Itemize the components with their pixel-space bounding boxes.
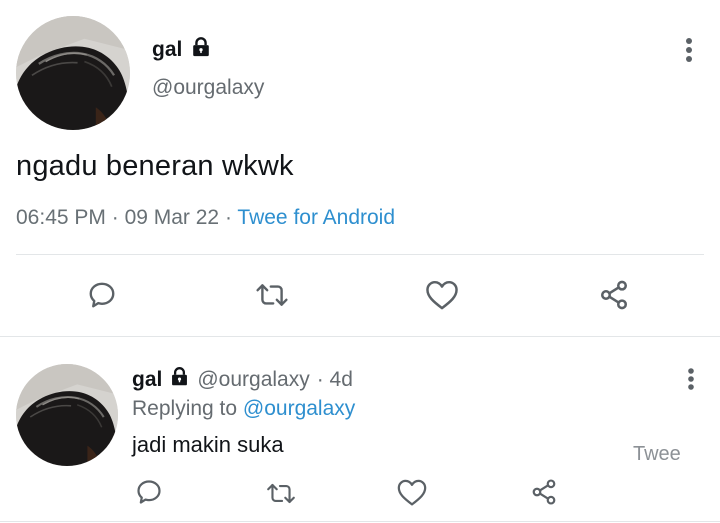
avatar-image xyxy=(16,16,130,130)
author-name[interactable]: gal xyxy=(152,38,182,62)
meta-separator: · xyxy=(219,206,238,229)
reply-author-handle[interactable]: @ourgalaxy xyxy=(197,368,309,392)
tweet-meta: 06:45 PM · 09 Mar 22 · Twee for Android xyxy=(16,206,395,230)
reply-author-name[interactable]: gal xyxy=(132,368,162,392)
share-icon[interactable] xyxy=(528,476,560,508)
comment-icon[interactable] xyxy=(133,476,165,508)
meta-separator: · xyxy=(105,206,125,229)
tweet-client-link[interactable]: Twee for Android xyxy=(237,206,395,229)
lock-icon xyxy=(169,366,190,393)
divider xyxy=(16,254,704,255)
divider xyxy=(0,336,720,337)
author-name-row[interactable]: gal xyxy=(152,36,212,64)
replying-to: Replying to @ourgalaxy xyxy=(132,397,355,421)
replying-prefix: Replying to xyxy=(132,397,243,420)
more-vertical-icon[interactable] xyxy=(679,366,703,392)
heart-icon[interactable] xyxy=(395,476,429,508)
tweet-date: 09 Mar 22 xyxy=(124,206,220,229)
comment-icon[interactable] xyxy=(84,278,120,312)
retweet-icon[interactable] xyxy=(252,278,292,312)
author-handle[interactable]: @ourgalaxy xyxy=(152,76,264,100)
retweet-icon[interactable] xyxy=(263,478,299,508)
reply-age: · 4d xyxy=(316,367,353,391)
reply-text: jadi makin suka xyxy=(132,432,284,457)
reply-header: gal @ourgalaxy · 4d xyxy=(132,366,353,393)
divider xyxy=(0,521,720,522)
tweet-time: 06:45 PM xyxy=(16,206,106,229)
reply-client: Twee xyxy=(633,443,681,465)
lock-icon xyxy=(190,36,212,64)
heart-icon[interactable] xyxy=(422,278,462,312)
share-icon[interactable] xyxy=(596,278,632,312)
reply-author-avatar[interactable] xyxy=(16,364,118,466)
author-avatar[interactable] xyxy=(16,16,130,130)
replying-to-handle[interactable]: @ourgalaxy xyxy=(243,397,355,420)
tweet-text: ngadu beneran wkwk xyxy=(16,150,294,182)
avatar-image xyxy=(16,364,118,466)
more-vertical-icon[interactable] xyxy=(676,36,702,64)
